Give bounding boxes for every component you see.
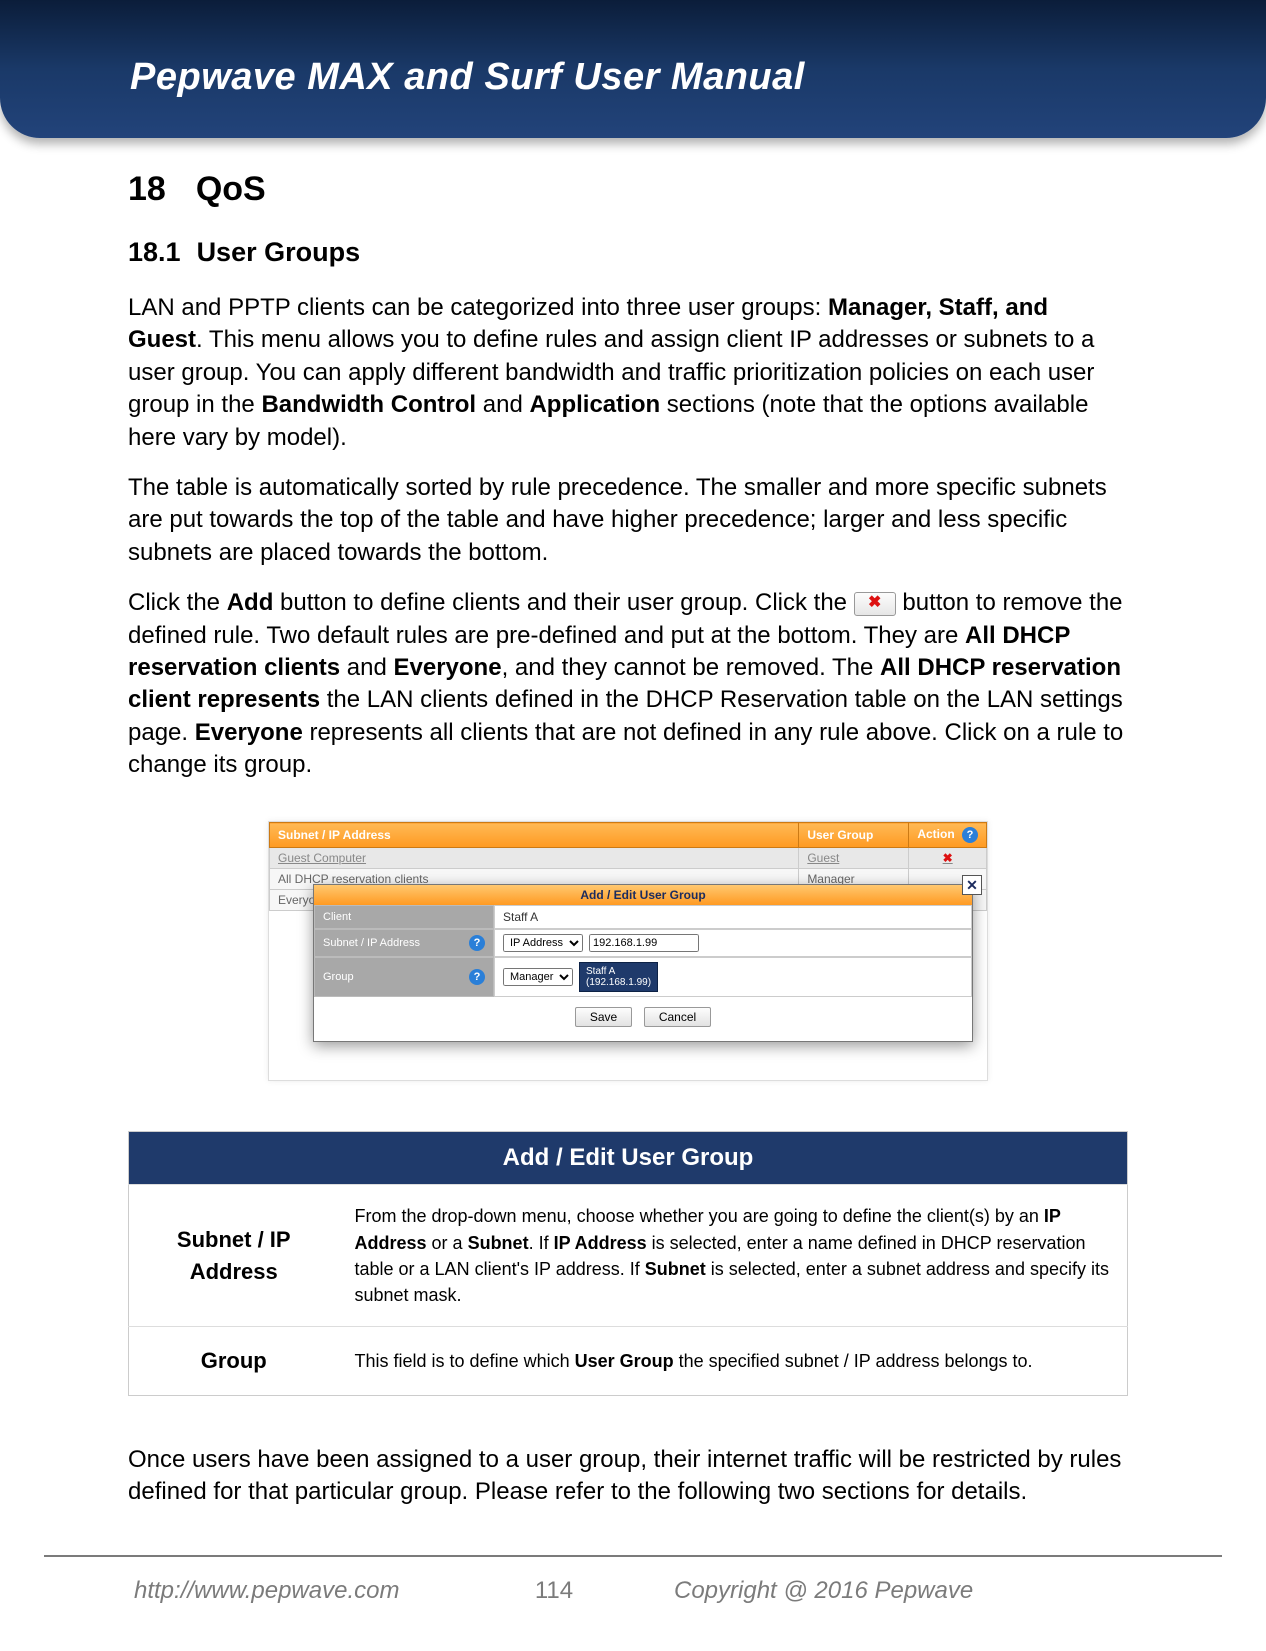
row-desc-subnet: From the drop-down menu, choose whether … <box>339 1185 1128 1326</box>
col-subnet: Subnet / IP Address <box>270 823 799 848</box>
section-number: 18 <box>128 170 166 209</box>
footer-page-number: 114 <box>474 1577 634 1605</box>
subnet-type-select[interactable]: IP Address <box>503 934 583 952</box>
help-icon[interactable]: ? <box>469 935 485 951</box>
row-label-group: Group <box>129 1326 339 1395</box>
remove-rule-icon: ✖ <box>854 592 896 616</box>
table-row: Group This field is to define which User… <box>129 1326 1128 1395</box>
paragraph-1: LAN and PPTP clients can be categorized … <box>128 292 1128 454</box>
footer-url: http://www.pepwave.com <box>44 1577 474 1605</box>
group-select[interactable]: Manager <box>503 968 573 986</box>
client-value: Staff A <box>494 905 972 929</box>
paragraph-2: The table is automatically sorted by rul… <box>128 472 1128 569</box>
paragraph-3: Click the Add button to define clients a… <box>128 587 1128 781</box>
manual-title: Pepwave MAX and Surf User Manual <box>130 56 805 99</box>
paragraph-4: Once users have been assigned to a user … <box>128 1444 1128 1509</box>
dialog-title: Add / Edit User Group ✕ <box>314 885 972 905</box>
subnet-label: Subnet / IP Address? <box>314 929 494 957</box>
col-action: Action ? <box>909 823 987 848</box>
client-label: Client <box>314 905 494 929</box>
group-field: Manager Staff A (192.168.1.99) <box>494 957 972 997</box>
subnet-field: IP Address <box>494 929 972 957</box>
col-group: User Group <box>799 823 909 848</box>
save-button[interactable]: Save <box>575 1007 632 1027</box>
group-label: Group? <box>314 957 494 997</box>
row-desc-group: This field is to define which User Group… <box>339 1326 1128 1395</box>
table-row: Subnet / IP Address From the drop-down m… <box>129 1185 1128 1326</box>
client-tooltip: Staff A (192.168.1.99) <box>579 962 658 992</box>
add-edit-description-table: Add / Edit User Group Subnet / IP Addres… <box>128 1131 1128 1395</box>
help-icon[interactable]: ? <box>962 827 978 843</box>
subsection-title: User Groups <box>197 237 361 267</box>
remove-icon[interactable]: ✖ <box>943 851 953 865</box>
subnet-ip-input[interactable] <box>589 934 699 952</box>
desc-heading: Add / Edit User Group <box>129 1132 1128 1185</box>
page-content: 18 QoS 18.1 User Groups LAN and PPTP clien… <box>128 170 1128 1527</box>
section-heading: 18 QoS <box>128 170 1128 209</box>
add-edit-user-group-dialog: Add / Edit User Group ✕ Client Staff A S… <box>313 884 973 1042</box>
section-title: QoS <box>196 170 266 208</box>
header-banner: Pepwave MAX and Surf User Manual <box>0 0 1266 138</box>
subsection-heading: 18.1 User Groups <box>128 237 1128 268</box>
help-icon[interactable]: ? <box>469 969 485 985</box>
page-footer: http://www.pepwave.com 114 Copyright @ 2… <box>44 1555 1222 1605</box>
footer-copyright: Copyright @ 2016 Pepwave <box>634 1577 1222 1605</box>
cancel-button[interactable]: Cancel <box>644 1007 711 1027</box>
table-row[interactable]: Guest Computer Guest ✖ <box>270 848 987 869</box>
user-group-screenshot: Subnet / IP Address User Group Action ? … <box>268 821 988 1081</box>
row-label-subnet: Subnet / IP Address <box>129 1185 339 1326</box>
close-icon[interactable]: ✕ <box>962 875 982 895</box>
subsection-number: 18.1 <box>128 237 181 268</box>
